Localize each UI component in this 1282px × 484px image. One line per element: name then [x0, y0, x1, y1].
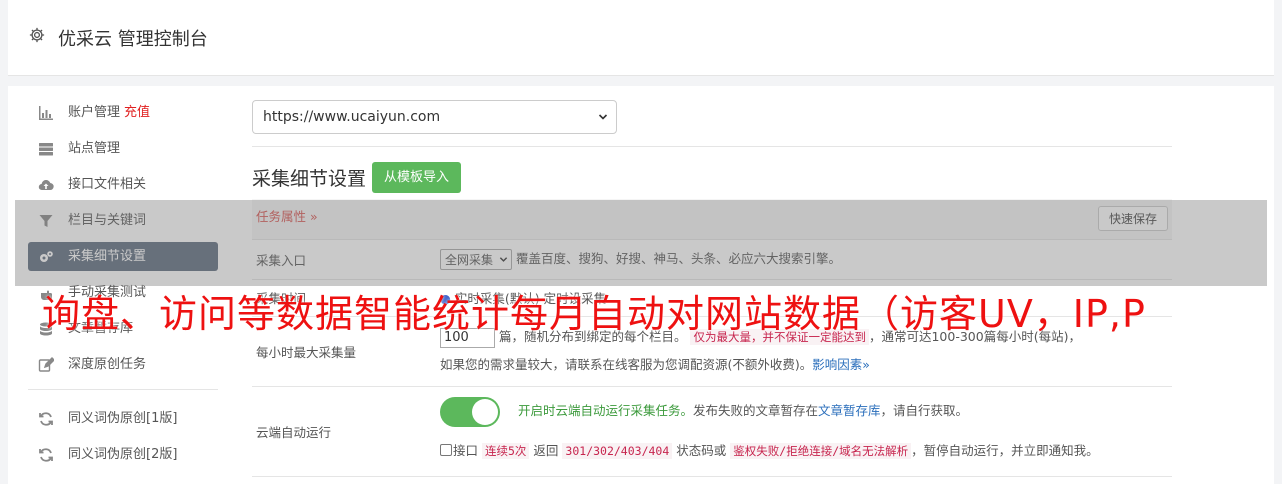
sidebar-item-label: 同义词伪原创[2版] — [68, 447, 178, 462]
max-desc-3: 如果您的需求量较大，请联系在线客服为您调配资源(不额外收费)。 — [440, 357, 813, 372]
sidebar-divider — [28, 389, 218, 390]
recharge-link[interactable]: 充值 — [124, 105, 150, 120]
sidebar-item-synonym-v1[interactable]: 同义词伪原创[1版] — [28, 404, 218, 433]
sidebar-item-deep-original[interactable]: 深度原创任务 — [28, 350, 218, 379]
entry-select-value: 全网采集 — [445, 253, 494, 267]
sidebar-item-columns[interactable]: 栏目与关键词 — [28, 206, 218, 235]
cloud-upload-icon — [38, 180, 54, 191]
sidebar-item-label: 同义词伪原创[1版] — [68, 411, 178, 426]
code-consecutive: 连续5次 — [482, 443, 530, 459]
entry-description: 覆盖百度、搜狗、好搜、神马、头条、必应六大搜索引擎。 — [516, 251, 842, 266]
filter-icon — [39, 215, 53, 227]
import-template-button[interactable]: 从模板导入 — [372, 161, 462, 193]
gear-icon — [29, 27, 45, 43]
cb-label: 接口 — [453, 443, 479, 458]
chevron-double-down-icon: » — [310, 209, 318, 225]
cloud-desc-2: 发布失败的文章暂存在 — [693, 403, 819, 418]
sidebar-item-interface[interactable]: 接口文件相关 — [28, 170, 218, 199]
form-header-row: 任务属性 » 快速保存 — [252, 199, 1172, 240]
sidebar-item-label: 接口文件相关 — [68, 177, 147, 192]
cloud-auto-run-toggle[interactable] — [440, 396, 500, 427]
task-attributes-label: 任务属性 — [256, 209, 307, 225]
cloud-txt-3: ，暂停自动运行，并立即通知我。 — [911, 443, 1099, 458]
section-header: 采集细节设置 从模板导入 — [252, 161, 1172, 193]
divider — [252, 146, 1172, 147]
overlay-caption: 询盘、访问等数据智能统计每月自动对网站数据（访客UV，IP,P — [42, 292, 1146, 336]
sidebar-item-label: 采集细节设置 — [68, 249, 147, 264]
sidebar-item-synonym-v2[interactable]: 同义词伪原创[2版] — [28, 440, 218, 469]
task-attributes-toggle[interactable]: 任务属性 » — [252, 209, 318, 224]
pause-checkbox[interactable] — [440, 444, 452, 456]
site-url-value: https://www.ucaiyun.com — [263, 109, 441, 125]
server-icon — [39, 143, 53, 156]
site-url-select[interactable]: https://www.ucaiyun.com — [252, 100, 617, 134]
entry-select[interactable]: 全网采集 — [440, 249, 513, 270]
factors-link-label: 影响因素 — [812, 357, 863, 372]
chevron-down-icon — [598, 114, 608, 120]
sidebar-item-label: 站点管理 — [68, 141, 121, 156]
sidebar-item-account[interactable]: 账户管理 充值 — [28, 98, 218, 127]
chevron-double-down-icon: » — [862, 357, 870, 372]
article-store-link[interactable]: 文章暂存库 — [818, 403, 881, 418]
cloud-desc-3: ，请自行获取。 — [880, 403, 969, 418]
form-row-entry: 采集入口 全网采集 覆盖百度、搜狗、好搜、神马、头条、必应六大搜索引擎。 — [252, 239, 1172, 280]
refresh-icon — [39, 412, 53, 426]
factors-link[interactable]: 影响因素» — [812, 357, 870, 372]
cloud-txt-1: 返回 — [533, 443, 559, 458]
toggle-knob — [472, 398, 498, 425]
sidebar-item-label: 账户管理 — [68, 105, 121, 120]
cloud-label: 云端自动运行 — [252, 386, 440, 477]
code-status: 301/302/403/404 — [562, 443, 673, 459]
bar-chart-icon — [39, 106, 53, 120]
entry-label: 采集入口 — [252, 239, 440, 280]
edit-icon — [38, 357, 54, 372]
page-title: 优采云 管理控制台 — [58, 29, 208, 50]
sidebar-item-sites[interactable]: 站点管理 — [28, 134, 218, 163]
section-title: 采集细节设置 — [252, 167, 367, 190]
chevron-down-icon — [499, 257, 508, 262]
sidebar-item-label: 深度原创任务 — [68, 357, 147, 372]
cloud-desc: 开启时云端自动运行采集任务。 — [518, 403, 694, 418]
cogs-icon — [40, 251, 53, 262]
code-errors: 鉴权失败/拒绝连接/域名无法解析 — [730, 443, 912, 459]
sidebar-item-collect-settings[interactable]: 采集细节设置 — [28, 242, 218, 271]
refresh-icon — [39, 448, 53, 462]
form-row-cloud: 云端自动运行 开启时云端自动运行采集任务。发布失败的文章暂存在文章暂存库，请自行… — [252, 386, 1172, 477]
sidebar-item-label: 栏目与关键词 — [68, 213, 147, 228]
cloud-txt-2: 状态码或 — [676, 443, 727, 458]
quick-save-button[interactable]: 快速保存 — [1097, 206, 1168, 232]
top-bar: 优采云 管理控制台 — [8, 0, 1274, 76]
